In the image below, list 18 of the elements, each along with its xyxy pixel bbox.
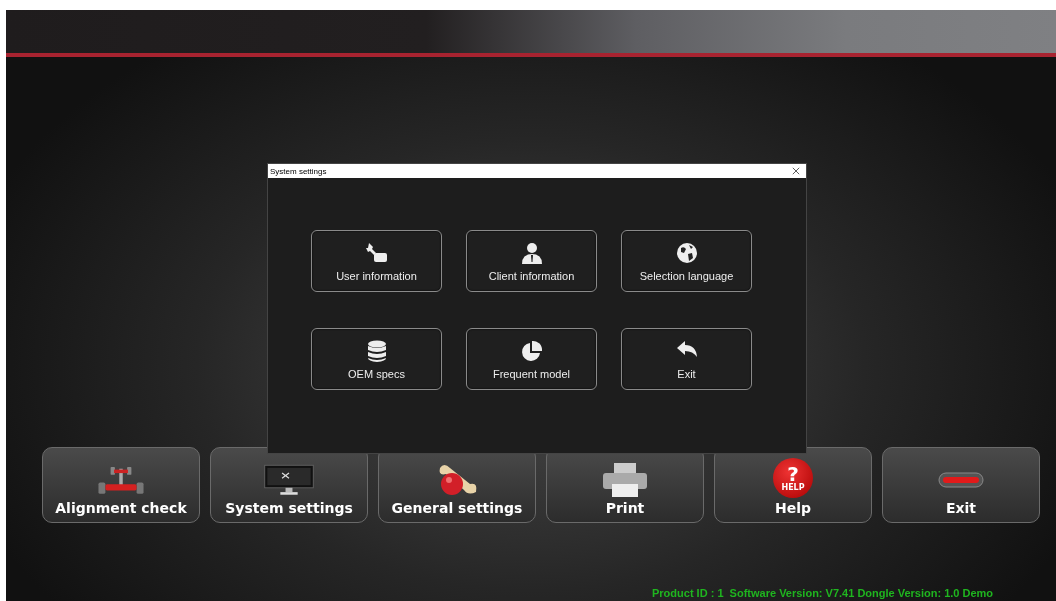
help-badge: ? HELP xyxy=(773,458,813,498)
settings-option-button[interactable]: Selection language xyxy=(621,230,752,292)
settings-option-button[interactable]: Exit xyxy=(621,328,752,390)
settings-option-button[interactable]: OEM specs xyxy=(311,328,442,390)
toolbar-button[interactable]: ? HELP Help xyxy=(714,447,872,523)
settings-option-button[interactable]: Frequent model xyxy=(466,328,597,390)
dialog-title: System settings xyxy=(270,166,327,176)
person-icon xyxy=(519,240,544,265)
pie-chart-icon xyxy=(519,338,544,363)
toolbar-button[interactable]: System settings xyxy=(210,447,368,523)
toolbar-button[interactable]: Alignment check xyxy=(42,447,200,523)
close-icon[interactable] xyxy=(792,167,800,175)
monitor-drawing xyxy=(263,462,315,498)
toolbar-button[interactable]: Exit xyxy=(882,447,1040,523)
version-status-text: Product ID : 1 Software Version: V7.41 Dongle Version: 1.0 Demo xyxy=(652,587,995,601)
globe-icon xyxy=(674,240,699,265)
settings-option-button[interactable]: User information xyxy=(311,230,442,292)
settings-option-button[interactable]: Client information xyxy=(466,230,597,292)
